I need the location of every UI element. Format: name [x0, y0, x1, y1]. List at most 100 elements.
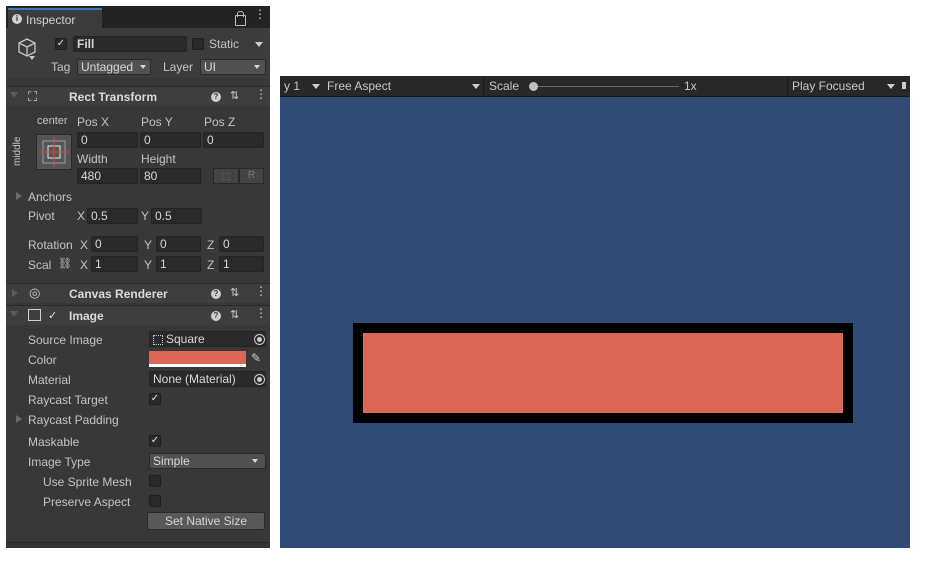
raw-edit-button[interactable]: R [239, 168, 264, 184]
image-type-label: Image Type [28, 455, 91, 469]
scale-value: 1x [684, 79, 697, 93]
anchors-label[interactable]: Anchors [28, 190, 72, 204]
color-label: Color [28, 353, 57, 367]
use-sprite-mesh-label: Use Sprite Mesh [43, 475, 132, 489]
display-dropdown-label[interactable]: y 1 [284, 79, 300, 93]
image-enabled-checkbox[interactable]: ✓ [48, 309, 57, 322]
more-options-icon[interactable]: ⋮ [255, 88, 267, 104]
chevron-down-icon [140, 65, 146, 69]
object-picker-icon[interactable] [254, 334, 265, 345]
image-icon [28, 309, 41, 321]
eyedropper-icon[interactable]: ✎ [251, 351, 261, 365]
anchor-presets-button[interactable] [36, 134, 72, 170]
icon-dropdown-arrow[interactable] [29, 56, 35, 60]
rot-x-axis-label: X [80, 238, 89, 252]
scale-x-field[interactable]: 1 [91, 256, 138, 272]
color-field[interactable] [149, 351, 246, 367]
scale-slider-track[interactable] [533, 86, 679, 87]
display-dropdown-arrow[interactable] [312, 84, 320, 89]
foldout-arrow-icon[interactable] [12, 289, 18, 297]
foldout-arrow-icon[interactable] [10, 311, 18, 317]
rotation-label: Rotation [28, 238, 73, 252]
help-icon[interactable]: ? [211, 311, 221, 321]
material-value: None (Material) [153, 372, 236, 386]
fill-image [363, 333, 843, 413]
anchor-h-label: center [37, 115, 68, 127]
scale-y-field[interactable]: 1 [156, 256, 201, 272]
pos-y-label: Pos Y [141, 115, 173, 129]
foldout-arrow-icon[interactable] [10, 92, 18, 98]
rot-z-axis-label: Z [207, 238, 215, 252]
preserve-aspect-checkbox[interactable] [149, 495, 161, 507]
pos-z-label: Pos Z [204, 115, 236, 129]
source-image-value: Square [166, 332, 205, 346]
raycast-padding-foldout-icon[interactable] [16, 415, 22, 423]
static-label: Static [209, 37, 240, 51]
scale-z-field[interactable]: 1 [219, 256, 264, 272]
pivot-label: Pivot [28, 209, 55, 223]
rect-transform-header[interactable]: ⛶ Rect Transform ? ⇅ ⋮ [6, 86, 270, 106]
pos-z-field[interactable]: 0 [203, 132, 264, 148]
width-label: Width [77, 152, 108, 166]
rotation-x-field[interactable]: 0 [91, 236, 138, 252]
rotation-y-field[interactable]: 0 [156, 236, 201, 252]
preserve-aspect-label: Preserve Aspect [43, 495, 131, 509]
pos-x-field[interactable]: 0 [77, 132, 138, 148]
source-image-field[interactable]: Square [149, 331, 266, 347]
pivot-x-field[interactable]: 0.5 [87, 208, 138, 224]
more-options-icon[interactable]: ⋮ [255, 307, 267, 323]
raycast-padding-label[interactable]: Raycast Padding [28, 413, 119, 427]
unlinked-scale-icon[interactable]: ⛓ [58, 257, 72, 270]
info-icon: i [12, 14, 22, 24]
help-icon[interactable]: ? [211, 92, 221, 102]
aspect-dropdown-arrow[interactable] [472, 84, 480, 89]
presets-icon[interactable]: ⇅ [230, 288, 240, 299]
rotation-z-field[interactable]: 0 [219, 236, 264, 252]
tag-dropdown[interactable]: Untagged [77, 59, 151, 75]
lock-icon[interactable] [235, 11, 246, 26]
image-type-dropdown[interactable]: Simple [149, 453, 266, 469]
active-checkbox[interactable]: ✓ [55, 38, 67, 50]
scale-x-axis-label: X [80, 258, 89, 272]
pos-y-field[interactable]: 0 [140, 132, 201, 148]
anchor-v-label: middle [12, 136, 23, 166]
aspect-dropdown-label[interactable]: Free Aspect [327, 79, 391, 93]
play-mode-dropdown-arrow[interactable] [887, 84, 895, 89]
width-field[interactable]: 480 [77, 168, 138, 184]
source-image-label: Source Image [28, 333, 103, 347]
object-picker-icon[interactable] [254, 374, 265, 385]
height-field[interactable]: 80 [140, 168, 201, 184]
scale-slider-knob[interactable] [529, 82, 538, 91]
toolbar-overflow-icon[interactable] [902, 82, 906, 89]
more-options-icon[interactable]: ⋮ [254, 8, 266, 24]
tab-inspector[interactable]: i Inspector [8, 8, 102, 28]
static-dropdown-arrow[interactable] [255, 42, 263, 47]
game-view-toolbar: y 1 Free Aspect Scale 1x Play Focused [280, 76, 910, 97]
use-sprite-mesh-checkbox[interactable] [149, 475, 161, 487]
material-label: Material [28, 373, 71, 387]
game-view[interactable]: y 1 Free Aspect Scale 1x Play Focused [280, 76, 910, 548]
help-icon[interactable]: ? [211, 289, 221, 299]
pos-x-label: Pos X [77, 115, 110, 129]
raycast-target-checkbox[interactable]: ✓ [149, 393, 161, 405]
pivot-y-field[interactable]: 0.5 [151, 208, 202, 224]
rect-transform-title: Rect Transform [69, 90, 158, 104]
play-mode-dropdown-label[interactable]: Play Focused [792, 79, 865, 93]
maskable-checkbox[interactable]: ✓ [149, 435, 161, 447]
raycast-target-label: Raycast Target [28, 393, 108, 407]
presets-icon[interactable]: ⇅ [230, 310, 240, 321]
scale-label: Scale [489, 79, 520, 93]
set-native-size-button[interactable]: Set Native Size [147, 512, 265, 530]
anchors-foldout-icon[interactable] [16, 192, 22, 200]
more-options-icon[interactable]: ⋮ [255, 285, 267, 301]
static-checkbox[interactable] [192, 38, 204, 50]
canvas-renderer-header[interactable]: ◎ Canvas Renderer ? ⇅ ⋮ [6, 283, 270, 303]
presets-icon[interactable]: ⇅ [230, 91, 240, 102]
object-name-field[interactable]: Fill [73, 36, 187, 52]
image-component-header[interactable]: ✓ Image ? ⇅ ⋮ [6, 305, 270, 325]
layer-dropdown[interactable]: UI [200, 59, 266, 75]
gameobject-header: ✓ Fill Static Tag Untagged Layer UI [6, 28, 270, 78]
blueprint-mode-button[interactable]: ⬚ [213, 168, 239, 184]
pivot-y-axis-label: Y [141, 209, 150, 223]
material-field[interactable]: None (Material) [149, 371, 266, 387]
